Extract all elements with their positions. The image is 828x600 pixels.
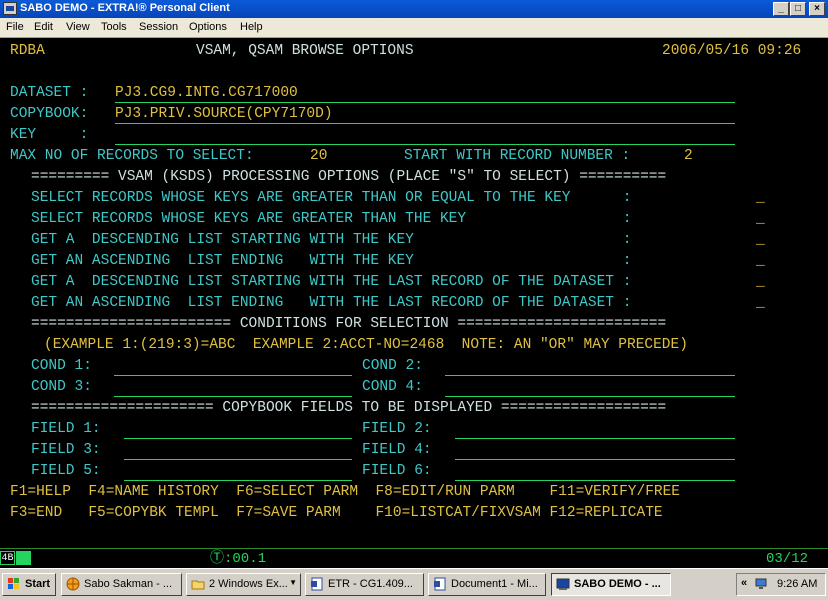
option-select-input[interactable]: _ [756,210,765,228]
dataset-label: DATASET : [10,85,89,101]
field-6-label: FIELD 6: [362,463,432,479]
group-dropdown-icon: ▼ [289,578,297,587]
field-6-input[interactable] [455,480,735,481]
response-timer: Ⓣ:00.1 [210,551,267,567]
taskbar-button-label: 2 Windows Ex... [209,578,288,590]
max-records-label: MAX NO OF RECORDS TO SELECT: [10,148,254,164]
start-record-input[interactable]: 2 [684,147,693,165]
start-button[interactable]: Start [2,573,56,596]
windows-logo-icon [8,578,19,589]
system-tray: « 9:26 AM [736,573,826,596]
word-document-icon [434,577,446,591]
ksds-options-header: ========= VSAM (KSDS) PROCESSING OPTIONS… [31,169,667,185]
taskbar-button-document1[interactable]: Document1 - Mi... [428,573,546,596]
cursor-position: 03/12 [766,551,809,567]
browser-globe-icon [66,577,80,591]
option-label: GET AN ASCENDING LIST ENDING WITH THE LA… [31,295,632,311]
taskbar-button-label: Document1 - Mi... [451,578,538,590]
menu-help[interactable]: Help [240,21,263,33]
copybook-input-underline [115,123,735,124]
minimize-button[interactable]: _ [773,2,789,16]
option-select-input[interactable]: _ [756,294,765,312]
field-1-label: FIELD 1: [31,421,101,437]
start-label: Start [25,578,51,590]
menu-view[interactable]: View [66,21,90,33]
conditions-header: ======================= CONDITIONS FOR S… [31,316,667,332]
cond-4-input[interactable] [445,396,735,397]
extra-app-icon[interactable] [3,2,17,15]
maximize-button[interactable]: □ [790,2,806,16]
windows-taskbar: Start Sabo Sakman - ... 2 Windows Ex... … [0,568,828,600]
copybook-input[interactable]: PJ3.PRIV.SOURCE(CPY7170D) [115,105,333,123]
option-select-input[interactable]: _ [756,273,765,291]
option-select-input[interactable]: _ [756,189,765,207]
window-title: SABO DEMO - EXTRA!® Personal Client [20,2,230,14]
option-label: GET A DESCENDING LIST STARTING WITH THE … [31,274,632,290]
option-select-input[interactable]: _ [756,252,765,270]
taskbar-button-browser[interactable]: Sabo Sakman - ... [61,573,182,596]
field-3-input[interactable] [124,459,352,460]
field-5-label: FIELD 5: [31,463,101,479]
taskbar-button-label: SABO DEMO - ... [574,578,661,590]
field-2-label: FIELD 2: [362,421,432,437]
menu-tools[interactable]: Tools [101,21,127,33]
screen-id: RDBA [10,43,45,59]
start-record-label: START WITH RECORD NUMBER : [404,148,631,164]
cond-3-input[interactable] [114,396,352,397]
cond-3-label: COND 3: [31,379,92,395]
terminal-session-icon [556,578,570,590]
tray-expand-chevron[interactable]: « [741,577,747,589]
cond-1-label: COND 1: [31,358,92,374]
pf-keys-row-1: F1=HELP F4=NAME HISTORY F6=SELECT PARM F… [10,484,681,500]
taskbar-button-label: Sabo Sakman - ... [84,578,173,590]
key-label: KEY : [10,127,89,143]
terminal-screen[interactable]: RDBA VSAM, QSAM BROWSE OPTIONS 2006/05/1… [0,38,828,548]
cond-1-input[interactable] [114,375,352,376]
menu-options[interactable]: Options [189,21,227,33]
menu-bar: File Edit View Tools Session Options Hel… [0,18,828,38]
conditions-example: (EXAMPLE 1:(219:3)=ABC EXAMPLE 2:ACCT-NO… [44,337,688,353]
taskbar-button-explorer-group[interactable]: 2 Windows Ex... ▼ [186,573,301,596]
option-label: SELECT RECORDS WHOSE KEYS ARE GREATER TH… [31,211,632,227]
field-4-input[interactable] [455,459,735,460]
field-3-label: FIELD 3: [31,442,101,458]
dataset-input[interactable]: PJ3.CG9.INTG.CG717000 [115,84,298,102]
field-5-input[interactable] [124,480,352,481]
operator-status-line: 4B Ⓣ:00.1 03/12 [0,548,828,568]
field-4-label: FIELD 4: [362,442,432,458]
max-records-input[interactable]: 20 [310,147,327,165]
copybook-label: COPYBOOK: [10,106,89,122]
key-input-underline [115,144,735,145]
cond-4-label: COND 4: [362,379,423,395]
word-document-icon [311,577,323,591]
screen-datetime: 2006/05/16 09:26 [662,43,802,59]
option-label: GET A DESCENDING LIST STARTING WITH THE … [31,232,632,248]
taskbar-button-etr[interactable]: ETR - CG1.409... [305,573,424,596]
window-titlebar[interactable]: SABO DEMO - EXTRA!® Personal Client _ □ … [0,0,828,18]
pf-keys-row-2: F3=END F5=COPYBK TEMPL F7=SAVE PARM F10=… [10,505,663,521]
taskbar-button-sabo-demo[interactable]: SABO DEMO - ... [551,573,671,596]
menu-session[interactable]: Session [139,21,178,33]
close-button[interactable]: × [809,2,825,16]
network-monitor-icon[interactable] [754,577,768,591]
menu-edit[interactable]: Edit [34,21,53,33]
dataset-input-underline [115,102,735,103]
keyboard-status-block [16,551,31,565]
menu-file[interactable]: File [6,21,24,33]
cond-2-label: COND 2: [362,358,423,374]
field-1-input[interactable] [124,438,352,439]
screen-title: VSAM, QSAM BROWSE OPTIONS [196,43,414,59]
cond-2-input[interactable] [445,375,735,376]
option-label: GET AN ASCENDING LIST ENDING WITH THE KE… [31,253,632,269]
taskbar-button-label: ETR - CG1.409... [328,578,413,590]
session-indicator: 4B [0,551,15,565]
option-select-input[interactable]: _ [756,231,765,249]
fields-header: ===================== COPYBOOK FIELDS TO… [31,400,667,416]
option-label: SELECT RECORDS WHOSE KEYS ARE GREATER TH… [31,190,632,206]
field-2-input[interactable] [455,438,735,439]
taskbar-clock[interactable]: 9:26 AM [777,578,817,590]
folder-icon [191,580,205,590]
